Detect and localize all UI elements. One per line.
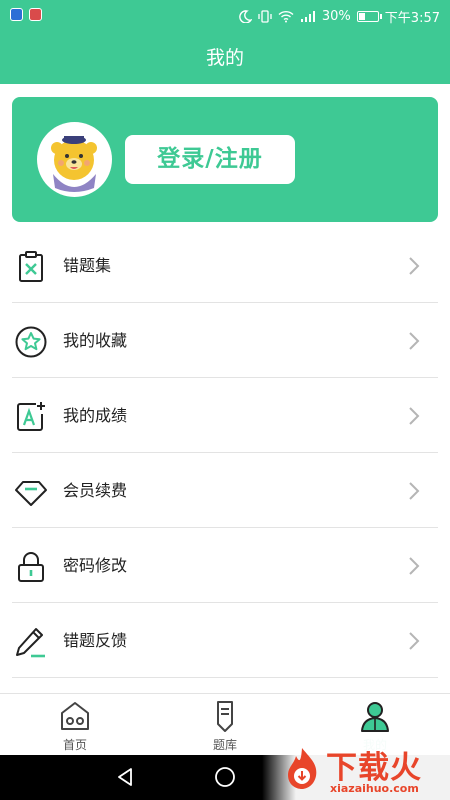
menu-item-favorites[interactable]: 我的收藏 [12,303,438,378]
menu-item-label: 密码修改 [63,556,128,575]
tab-home[interactable]: 首页 [0,694,150,756]
page-title: 我的 [0,32,450,84]
star-icon [15,326,47,358]
app-notification-icon [10,8,23,21]
book-notification-icon [29,8,42,21]
status-bar: 30% 下午3:57 [0,0,450,32]
watermark-domain: xiazaihuo.com [330,782,419,795]
menu-item-change-password[interactable]: 密码修改 [12,528,438,603]
home-circle-icon[interactable] [213,765,237,789]
profile-card: 登录/注册 [12,97,438,222]
menu-list: 错题集 我的收藏 我的成绩 会员续费 密码修改 错题反馈 [12,228,438,678]
battery-icon [356,10,382,22]
menu-item-feedback[interactable]: 错题反馈 [12,603,438,678]
chevron-right-icon [409,482,420,500]
login-register-button[interactable]: 登录/注册 [125,135,295,184]
chevron-right-icon [409,257,420,275]
home-icon [61,702,89,730]
diamond-icon [15,481,47,506]
menu-item-scores[interactable]: 我的成绩 [12,378,438,453]
chevron-right-icon [409,557,420,575]
score-icon [17,402,45,431]
profile-icon [361,702,389,732]
wrong-questions-icon [19,251,43,282]
chevron-right-icon [409,332,420,350]
tab-label: 首页 [62,738,87,752]
status-time: 下午3:57 [384,10,440,26]
back-icon[interactable] [113,765,137,789]
chevron-right-icon [409,407,420,425]
battery-percent: 30% [321,8,351,24]
menu-item-label: 会员续费 [63,481,128,500]
menu-item-label: 我的成绩 [63,406,128,425]
chevron-right-icon [409,632,420,650]
moon-icon [239,9,252,23]
watermark-brand: 下载火 [326,750,422,786]
flame-logo-icon [288,748,317,789]
wifi-icon [278,10,294,23]
question-bank-icon [217,701,233,732]
vibrate-icon [258,9,272,23]
watermark: 下载火 xiazaihuo.com [262,738,450,800]
pencil-icon [16,628,45,658]
menu-item-label: 错题集 [63,256,112,275]
bear-mascot-icon [51,136,97,192]
menu-item-label: 错题反馈 [63,631,128,650]
lock-icon [18,552,44,582]
avatar[interactable] [37,122,112,197]
menu-item-label: 我的收藏 [63,331,128,350]
menu-item-wrong-questions[interactable]: 错题集 [12,228,438,303]
menu-item-membership[interactable]: 会员续费 [12,453,438,528]
status-right: 30% 下午3:57 [239,0,440,32]
cell-signal-icon [300,10,316,23]
